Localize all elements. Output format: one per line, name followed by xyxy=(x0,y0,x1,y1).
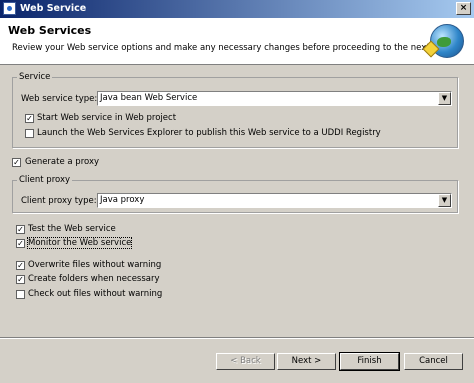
back-button[interactable]: < Back xyxy=(216,353,275,370)
start-web-service-checkbox[interactable]: ✓ xyxy=(25,114,34,123)
button-separator xyxy=(0,337,474,339)
title-bar: Web Service × xyxy=(0,0,474,18)
launch-explorer-checkbox[interactable] xyxy=(25,129,34,138)
generate-proxy-checkbox[interactable]: ✓ xyxy=(12,158,21,167)
test-web-service-checkbox[interactable]: ✓ xyxy=(16,225,25,234)
monitor-web-service-checkbox[interactable]: ✓ xyxy=(16,239,25,248)
web-service-type-label: Web service type: xyxy=(21,94,98,104)
generate-proxy-label: Generate a proxy xyxy=(25,157,100,167)
wizard-header: Web Services Review your Web service opt… xyxy=(0,18,474,65)
web-services-globe-icon xyxy=(430,24,464,58)
page-title: Web Services xyxy=(8,24,92,37)
window-title: Web Service xyxy=(20,3,87,14)
client-proxy-type-value: Java proxy xyxy=(100,195,145,205)
client-proxy-type-select[interactable]: Java proxy ▼ xyxy=(97,193,452,208)
monitor-web-service-label: Monitor the Web service xyxy=(26,237,133,249)
finish-button[interactable]: Finish xyxy=(339,352,400,371)
next-button[interactable]: Next > xyxy=(277,353,336,370)
overwrite-files-checkbox[interactable]: ✓ xyxy=(16,261,25,270)
service-group-label: Service xyxy=(19,72,51,82)
app-icon xyxy=(3,2,16,15)
launch-explorer-label: Launch the Web Services Explorer to publ… xyxy=(37,128,381,138)
close-button[interactable]: × xyxy=(456,2,471,15)
cancel-button[interactable]: Cancel xyxy=(404,353,463,370)
client-proxy-type-label: Client proxy type: xyxy=(21,196,97,206)
test-web-service-label: Test the Web service xyxy=(28,224,116,234)
overwrite-files-label: Overwrite files without warning xyxy=(28,260,162,270)
start-web-service-label: Start Web service in Web project xyxy=(37,113,177,123)
chevron-down-icon[interactable]: ▼ xyxy=(438,194,451,207)
chevron-down-icon[interactable]: ▼ xyxy=(438,92,451,105)
check-out-files-label: Check out files without warning xyxy=(28,289,163,299)
web-service-type-select[interactable]: Java bean Web Service ▼ xyxy=(97,91,452,106)
web-service-type-value: Java bean Web Service xyxy=(100,93,198,103)
client-proxy-group-label: Client proxy xyxy=(19,175,71,185)
check-out-files-checkbox[interactable] xyxy=(16,290,25,299)
create-folders-label: Create folders when necessary xyxy=(28,274,160,284)
create-folders-checkbox[interactable]: ✓ xyxy=(16,275,25,284)
page-description: Review your Web service options and make… xyxy=(12,43,457,53)
